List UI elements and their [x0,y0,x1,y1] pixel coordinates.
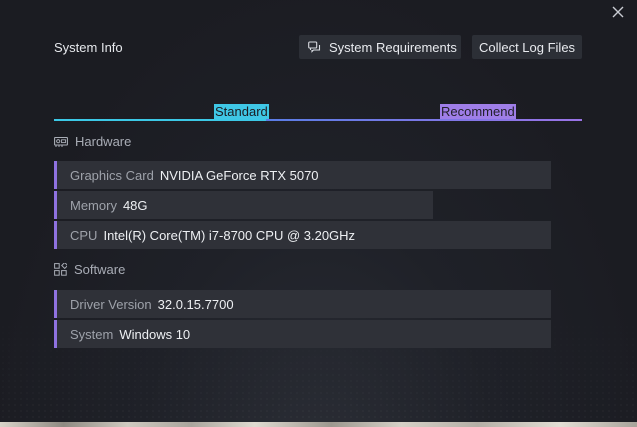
software-heading-label: Software [74,262,126,277]
apps-grid-icon [54,263,67,276]
collect-log-files-button[interactable]: Collect Log Files [472,35,582,59]
memory-value: 48G [122,197,148,213]
graphics-card-value: NVIDIA GeForce RTX 5070 [159,167,319,183]
memory-row: Memory 48G [54,191,433,219]
gpu-card-icon [54,136,68,147]
driver-version-value: 32.0.15.7700 [157,296,234,312]
tab-bar: Standard Recommend [54,103,582,121]
graphics-card-row: Graphics Card NVIDIA GeForce RTX 5070 [54,161,551,189]
system-label: System [70,326,114,342]
cpu-row: CPU Intel(R) Core(TM) i7-8700 CPU @ 3.20… [54,221,551,249]
hardware-heading-label: Hardware [75,134,132,149]
system-value: Windows 10 [119,326,191,342]
system-row: System Windows 10 [54,320,551,348]
collect-log-files-label: Collect Log Files [478,39,576,55]
system-requirements-button[interactable]: System Requirements [299,35,461,59]
tab-underline-standard [54,119,266,121]
driver-version-row: Driver Version 32.0.15.7700 [54,290,551,318]
dialog-title: System Info [54,40,123,55]
cpu-label: CPU [70,227,98,243]
desktop-background-strip [0,422,637,427]
software-section-heading: Software [54,262,125,277]
chat-bubbles-icon [308,40,321,54]
system-requirements-label: System Requirements [329,39,457,55]
tab-underline-recommend [266,119,582,121]
tab-recommend[interactable]: Recommend [440,104,516,119]
system-info-dialog: System Info System Requirements Collect … [0,0,637,422]
tab-standard[interactable]: Standard [214,104,269,119]
cpu-value: Intel(R) Core(TM) i7-8700 CPU @ 3.20GHz [103,227,356,243]
graphics-card-label: Graphics Card [70,167,154,183]
close-icon[interactable] [611,5,625,19]
hardware-section-heading: Hardware [54,134,131,149]
driver-version-label: Driver Version [70,296,152,312]
memory-label: Memory [70,197,117,213]
